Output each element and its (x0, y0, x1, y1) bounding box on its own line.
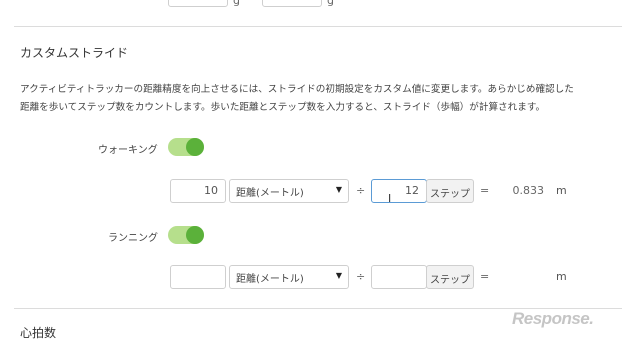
walking-result-unit: m (556, 184, 567, 197)
top-suffix-2: g (327, 0, 334, 7)
walking-equals-symbol: = (480, 184, 490, 197)
walking-result-value: 0.833 (512, 184, 545, 197)
running-result-unit: m (556, 270, 567, 283)
walking-label: ウォーキング (98, 145, 158, 156)
chevron-down-icon: ▼ (335, 185, 342, 194)
walking-toggle[interactable] (168, 138, 204, 156)
walking-distance-input[interactable]: 10 (170, 179, 226, 203)
running-divide-symbol: ÷ (356, 270, 366, 283)
walking-steps-input[interactable]: 12 (371, 179, 427, 203)
walking-divide-symbol: ÷ (356, 184, 366, 197)
description-line-2: 距離を歩いてステップ数をカウントします。歩いた距離とステップ数を入力すると、スト… (20, 102, 546, 113)
walking-toggle-knob (186, 138, 204, 156)
running-distance-unit-select[interactable]: 距離(メートル) ▼ (229, 265, 349, 289)
top-input-1[interactable] (168, 0, 228, 7)
running-steps-input[interactable] (371, 265, 427, 289)
top-suffix-1: g (233, 0, 240, 7)
description-line-1: アクティビティトラッカーの距離精度を向上させるには、ストライドの初期設定をカスタ… (20, 84, 574, 95)
walking-steps-button[interactable]: ステップ (426, 179, 474, 203)
running-steps-button[interactable]: ステップ (426, 265, 474, 289)
section-heading-custom-stride: カスタムストライド (20, 46, 129, 60)
running-distance-unit-label: 距離(メートル) (236, 274, 304, 285)
response-watermark-logo: Response. (512, 309, 594, 329)
chevron-down-icon: ▼ (335, 271, 342, 280)
text-cursor-icon: Ι (388, 192, 392, 205)
section-heading-heart-rate: 心拍数 (20, 326, 57, 340)
running-equals-symbol: = (480, 270, 490, 283)
running-toggle-knob (186, 226, 204, 244)
running-label: ランニング (108, 233, 158, 244)
walking-distance-unit-select[interactable]: 距離(メートル) ▼ (229, 179, 349, 203)
section-divider-top (14, 26, 622, 27)
running-distance-input[interactable] (170, 265, 226, 289)
walking-distance-unit-label: 距離(メートル) (236, 188, 304, 199)
running-toggle[interactable] (168, 226, 204, 244)
top-input-2[interactable] (262, 0, 322, 7)
watermark-text: Response. (512, 309, 594, 328)
